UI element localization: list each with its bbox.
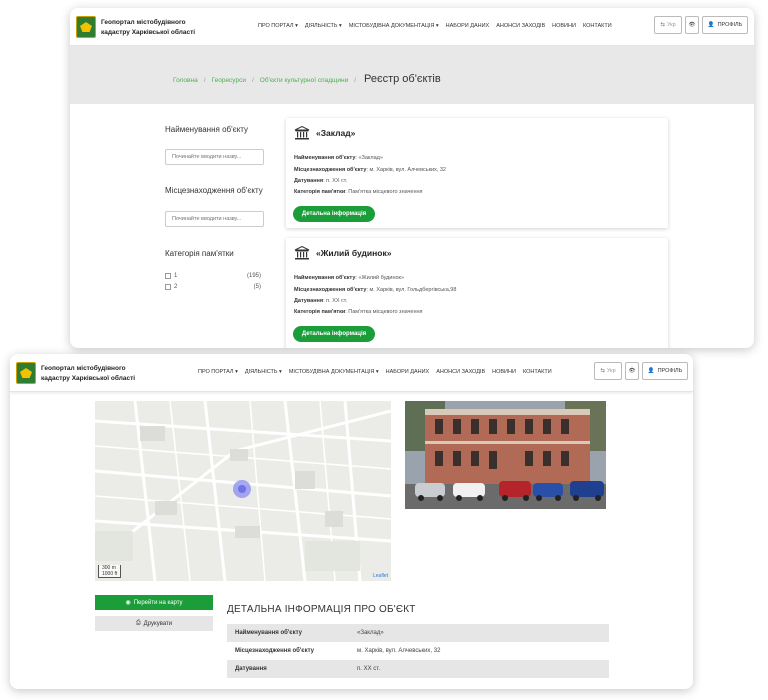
card-date-row: Датування: п. XX ст. xyxy=(294,178,348,184)
nav-events[interactable]: АНОНСИ ЗАХОДІВ xyxy=(496,23,545,29)
result-card: «Заклад» Найменування об'єкту: «Заклад» … xyxy=(286,118,668,228)
checkbox-box[interactable] xyxy=(165,284,171,290)
nav-news[interactable]: НОВИНИ xyxy=(492,369,516,375)
nav-news[interactable]: НОВИНИ xyxy=(552,23,576,29)
category-checkbox-2[interactable]: 2 (5) xyxy=(165,284,261,290)
card-title[interactable]: «Заклад» xyxy=(316,128,355,138)
category-checkbox-1[interactable]: 1 (195) xyxy=(165,273,261,279)
nav-activity[interactable]: ДІЯЛЬНІСТЬ ▾ xyxy=(245,369,282,375)
main-nav: ПРО ПОРТАЛ ▾ ДІЯЛЬНІСТЬ ▾ МІСТОБУДІВНА Д… xyxy=(258,23,612,29)
checkbox-box[interactable] xyxy=(165,273,171,279)
site-brand[interactable]: Геопортал містобудівного кадастру Харків… xyxy=(101,18,231,38)
card-category-row: Категорія пам'ятки: Пам'ятка місцевого з… xyxy=(294,189,423,195)
result-card: «Жилий будинок» Найменування об'єкту: «Ж… xyxy=(286,238,668,348)
monument-icon xyxy=(294,246,310,260)
print-button[interactable]: ⎙ Друкувати xyxy=(95,616,213,631)
detail-table: Найменування об'єкту «Заклад» Місцезнахо… xyxy=(227,624,609,678)
card-title[interactable]: «Жилий будинок» xyxy=(316,248,391,258)
main-nav: ПРО ПОРТАЛ ▾ ДІЯЛЬНІСТЬ ▾ МІСТОБУДІВНА Д… xyxy=(198,369,552,375)
page-banner: Головна / Георесурси / Об'єкти культурної сп… xyxy=(70,46,754,104)
card-name-row: Найменування об'єкту: «Жилий будинок» xyxy=(294,275,405,281)
table-row: Датування п. XX ст. xyxy=(227,660,609,678)
monument-icon xyxy=(294,126,310,140)
building-photo xyxy=(405,401,606,509)
nav-events[interactable]: АНОНСИ ЗАХОДІВ xyxy=(436,369,485,375)
name-filter-input[interactable] xyxy=(165,149,264,165)
card-category-row: Категорія пам'ятки: Пам'ятка місцевого з… xyxy=(294,309,423,315)
details-button[interactable]: Детальна інформація xyxy=(293,326,375,342)
eye-icon: 👁 xyxy=(688,22,696,28)
accessibility-button[interactable]: 👁 xyxy=(625,362,639,380)
nav-about[interactable]: ПРО ПОРТАЛ ▾ xyxy=(198,369,238,375)
detail-heading: ДЕТАЛЬНА ІНФОРМАЦІЯ ПРО ОБ'ЄКТ xyxy=(227,604,416,615)
translate-icon: ⇆ xyxy=(600,368,605,374)
crumb-geo[interactable]: Георесурси xyxy=(212,77,246,84)
coat-of-arms-logo[interactable] xyxy=(16,362,36,384)
location-filter-label: Місцезнаходження об'єкту xyxy=(165,186,263,195)
location-map[interactable]: 300 m 1000 ft Leaflet xyxy=(95,401,391,581)
nav-urban-docs[interactable]: МІСТОБУДІВНА ДОКУМЕНТАЦІЯ ▾ xyxy=(349,23,439,29)
nav-datasets[interactable]: НАБОРИ ДАНИХ xyxy=(446,23,490,29)
details-button[interactable]: Детальна інформація xyxy=(293,206,375,222)
language-button[interactable]: ⇆ Укр xyxy=(594,362,622,380)
language-button[interactable]: ⇆ Укр xyxy=(654,16,682,34)
nav-contacts[interactable]: КОНТАКТИ xyxy=(583,23,612,29)
nav-contacts[interactable]: КОНТАКТИ xyxy=(523,369,552,375)
nav-about[interactable]: ПРО ПОРТАЛ ▾ xyxy=(258,23,298,29)
card-name-row: Найменування об'єкту: «Заклад» xyxy=(294,155,383,161)
eye-icon: 👁 xyxy=(628,368,636,374)
profile-button[interactable]: 👤 ПРОФІЛЬ xyxy=(642,362,688,380)
accessibility-button[interactable]: 👁 xyxy=(685,16,699,34)
nav-urban-docs[interactable]: МІСТОБУДІВНА ДОКУМЕНТАЦІЯ ▾ xyxy=(289,369,379,375)
user-icon: 👤 xyxy=(707,22,715,28)
globe-icon: ◉ xyxy=(125,600,131,606)
nav-activity[interactable]: ДІЯЛЬНІСТЬ ▾ xyxy=(305,23,342,29)
nav-datasets[interactable]: НАБОРИ ДАНИХ xyxy=(386,369,430,375)
registry-window: Геопортал містобудівного кадастру Харків… xyxy=(70,8,754,348)
site-header: Геопортал містобудівного кадастру Харків… xyxy=(70,8,754,46)
card-location-row: Місцезнаходження об'єкту: м. Харків, вул… xyxy=(294,287,457,293)
detail-window: Геопортал містобудівного кадастру Харків… xyxy=(10,354,693,689)
site-brand[interactable]: Геопортал містобудівного кадастру Харків… xyxy=(41,364,171,384)
name-filter-label: Найменування об'єкту xyxy=(165,125,249,134)
table-row: Місцезнаходження об'єкту м. Харків, вул.… xyxy=(227,642,609,660)
coat-of-arms-logo[interactable] xyxy=(76,16,96,38)
table-row: Найменування об'єкту «Заклад» xyxy=(227,624,609,642)
card-location-row: Місцезнаходження об'єкту: м. Харків, вул… xyxy=(294,167,446,173)
crumb-home[interactable]: Головна xyxy=(173,77,198,84)
map-scale: 300 m 1000 ft xyxy=(98,565,122,578)
site-header: Геопортал містобудівного кадастру Харків… xyxy=(10,354,693,392)
printer-icon: ⎙ xyxy=(135,620,141,626)
breadcrumb: Головна / Георесурси / Об'єкти культурної сп… xyxy=(173,73,441,85)
map-tiles xyxy=(95,401,391,581)
page-title: Реєстр об'єктів xyxy=(364,73,441,85)
card-date-row: Датування: п. XX ст. xyxy=(294,298,348,304)
user-icon: 👤 xyxy=(647,368,655,374)
goto-map-button[interactable]: ◉ Перейти на карту xyxy=(95,595,213,610)
translate-icon: ⇆ xyxy=(660,22,665,28)
object-photo xyxy=(405,401,606,509)
crumb-heritage[interactable]: Об'єкти культурної спадщини xyxy=(260,77,348,84)
map-attribution[interactable]: Leaflet xyxy=(373,573,388,579)
category-filter-label: Категорія пам'ятки xyxy=(165,249,234,258)
location-filter-input[interactable] xyxy=(165,211,264,227)
profile-button[interactable]: 👤 ПРОФІЛЬ xyxy=(702,16,748,34)
